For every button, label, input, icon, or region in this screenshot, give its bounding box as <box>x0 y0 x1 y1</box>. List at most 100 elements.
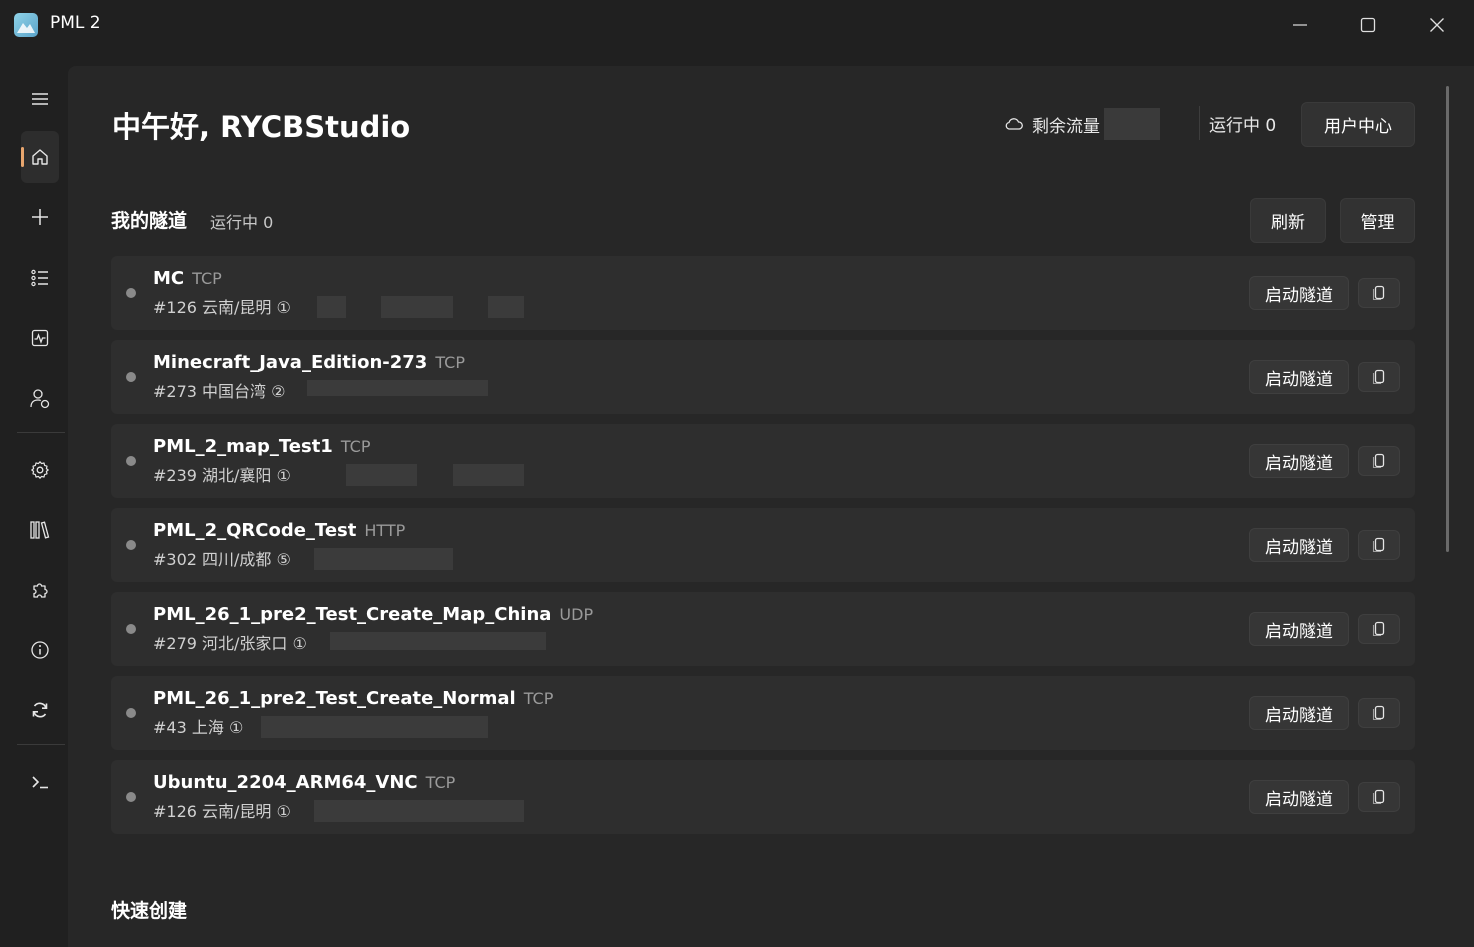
sidebar-nav <box>0 50 68 947</box>
plus-icon <box>32 209 48 225</box>
tunnel-name: PML_2_QRCode_Test <box>153 520 357 541</box>
sidebar-item-update[interactable] <box>20 690 60 730</box>
tunnel-node-info: #239 湖北/襄阳 ① <box>153 466 291 485</box>
tunnel-node-info: #126 云南/昆明 ① <box>153 298 291 317</box>
start-tunnel-button[interactable]: 启动隧道 <box>1249 444 1349 478</box>
list-icon <box>31 269 48 287</box>
sidebar-item-about[interactable] <box>20 630 60 670</box>
tunnel-protocol: TCP <box>425 773 456 792</box>
status-dot <box>126 540 136 550</box>
header-divider <box>1199 106 1200 140</box>
tunnel-card-minecraft-java[interactable]: Minecraft_Java_Edition-273 TCP #273 中国台湾 … <box>111 340 1415 414</box>
copy-icon <box>1372 369 1385 385</box>
puzzle-icon <box>33 583 48 598</box>
home-icon <box>32 149 48 165</box>
tunnel-node-info: #126 云南/昆明 ① <box>153 802 291 821</box>
status-dot <box>126 372 136 382</box>
tunnel-name: PML_2_map_Test1 <box>153 436 333 457</box>
start-tunnel-button[interactable]: 启动隧道 <box>1249 696 1349 730</box>
copy-address-button[interactable] <box>1358 698 1400 728</box>
masked-address <box>381 296 453 318</box>
masked-address <box>314 800 524 822</box>
copy-icon <box>1372 285 1385 301</box>
copy-icon <box>1372 453 1385 469</box>
info-icon <box>31 641 49 659</box>
sidebar-divider <box>17 432 65 433</box>
close-icon <box>1430 18 1444 32</box>
sidebar-item-create[interactable] <box>20 197 60 237</box>
active-indicator <box>21 147 24 167</box>
menu-toggle-button[interactable] <box>20 79 60 119</box>
copy-address-button[interactable] <box>1358 278 1400 308</box>
close-button[interactable] <box>1403 0 1471 50</box>
start-tunnel-button[interactable]: 启动隧道 <box>1249 360 1349 394</box>
sidebar-item-terminal[interactable] <box>20 762 60 802</box>
status-dot <box>126 708 136 718</box>
tunnel-name: MC <box>153 268 185 289</box>
start-tunnel-button[interactable]: 启动隧道 <box>1249 276 1349 310</box>
tunnel-card-pml2-qrcode-test[interactable]: PML_2_QRCode_Test HTTP #302 四川/成都 ⑤ 启动隧道 <box>111 508 1415 582</box>
sidebar-item-monitor[interactable] <box>20 318 60 358</box>
tunnels-running-count: 运行中 0 <box>210 213 274 232</box>
status-dot <box>126 288 136 298</box>
copy-icon <box>1372 537 1385 553</box>
terminal-icon <box>32 776 48 789</box>
running-count: 运行中 0 <box>1209 116 1277 136</box>
masked-address <box>317 296 346 318</box>
tunnel-protocol: TCP <box>435 353 465 372</box>
app-logo-icon <box>14 13 38 37</box>
section-title-quick-create: 快速创建 <box>111 900 188 922</box>
tunnel-name: PML_26_1_pre2_Test_Create_Normal <box>153 688 516 709</box>
page-title: 中午好, RYCBStudio <box>112 110 411 144</box>
maximize-icon <box>1360 17 1376 33</box>
copy-icon <box>1372 705 1385 721</box>
masked-address <box>453 464 524 486</box>
activity-icon <box>31 329 49 347</box>
start-tunnel-button[interactable]: 启动隧道 <box>1249 528 1349 562</box>
tunnel-card-ubuntu-vnc[interactable]: Ubuntu_2204_ARM64_VNC TCP #126 云南/昆明 ① 启动… <box>111 760 1415 834</box>
tunnel-card-pml26-create-normal[interactable]: PML_26_1_pre2_Test_Create_Normal TCP #43 … <box>111 676 1415 750</box>
refresh-button[interactable]: 刷新 <box>1250 198 1326 243</box>
copy-address-button[interactable] <box>1358 782 1400 812</box>
start-tunnel-button[interactable]: 启动隧道 <box>1249 780 1349 814</box>
tunnel-card-mc[interactable]: MC TCP #126 云南/昆明 ① 启动隧道 <box>111 256 1415 330</box>
sidebar-item-settings[interactable] <box>20 450 60 490</box>
window-title: PML 2 <box>50 13 101 33</box>
copy-icon <box>1372 789 1385 805</box>
copy-address-button[interactable] <box>1358 362 1400 392</box>
sidebar-divider <box>17 744 65 745</box>
masked-address <box>261 716 488 738</box>
tunnel-card-pml2-map-test1[interactable]: PML_2_map_Test1 TCP #239 湖北/襄阳 ① 启动隧道 <box>111 424 1415 498</box>
user-settings-icon <box>30 389 50 409</box>
user-center-button[interactable]: 用户中心 <box>1301 102 1415 147</box>
status-dot <box>126 792 136 802</box>
sidebar-item-user[interactable] <box>20 379 60 419</box>
start-tunnel-button[interactable]: 启动隧道 <box>1249 612 1349 646</box>
copy-icon <box>1372 621 1385 637</box>
tunnel-protocol: TCP <box>340 437 371 456</box>
copy-address-button[interactable] <box>1358 446 1400 476</box>
hamburger-icon <box>32 93 48 105</box>
tunnel-protocol: TCP <box>192 269 222 288</box>
sidebar-item-home[interactable] <box>21 131 59 183</box>
gear-icon <box>31 461 49 479</box>
tunnel-node-info: #273 中国台湾 ② <box>153 382 286 401</box>
sidebar-item-library[interactable] <box>20 510 60 550</box>
content-scrollbar[interactable] <box>1446 86 1449 552</box>
sidebar-item-tunnels[interactable] <box>20 258 60 298</box>
sidebar-item-plugins[interactable] <box>20 570 60 610</box>
copy-address-button[interactable] <box>1358 614 1400 644</box>
copy-address-button[interactable] <box>1358 530 1400 560</box>
manage-button[interactable]: 管理 <box>1340 198 1415 243</box>
traffic-status: 剩余流量 <box>1004 108 1160 140</box>
maximize-button[interactable] <box>1334 0 1402 50</box>
masked-address <box>330 632 546 650</box>
minimize-button[interactable] <box>1266 0 1334 50</box>
tunnel-name: PML_26_1_pre2_Test_Create_Map_China <box>153 604 552 625</box>
tunnel-protocol: HTTP <box>364 521 406 540</box>
tunnel-protocol: UDP <box>559 605 594 624</box>
section-title-tunnels: 我的隧道 <box>111 210 188 232</box>
masked-address <box>314 548 453 570</box>
tunnel-card-pml26-create-map-china[interactable]: PML_26_1_pre2_Test_Create_Map_China UDP #… <box>111 592 1415 666</box>
library-icon <box>30 521 50 539</box>
